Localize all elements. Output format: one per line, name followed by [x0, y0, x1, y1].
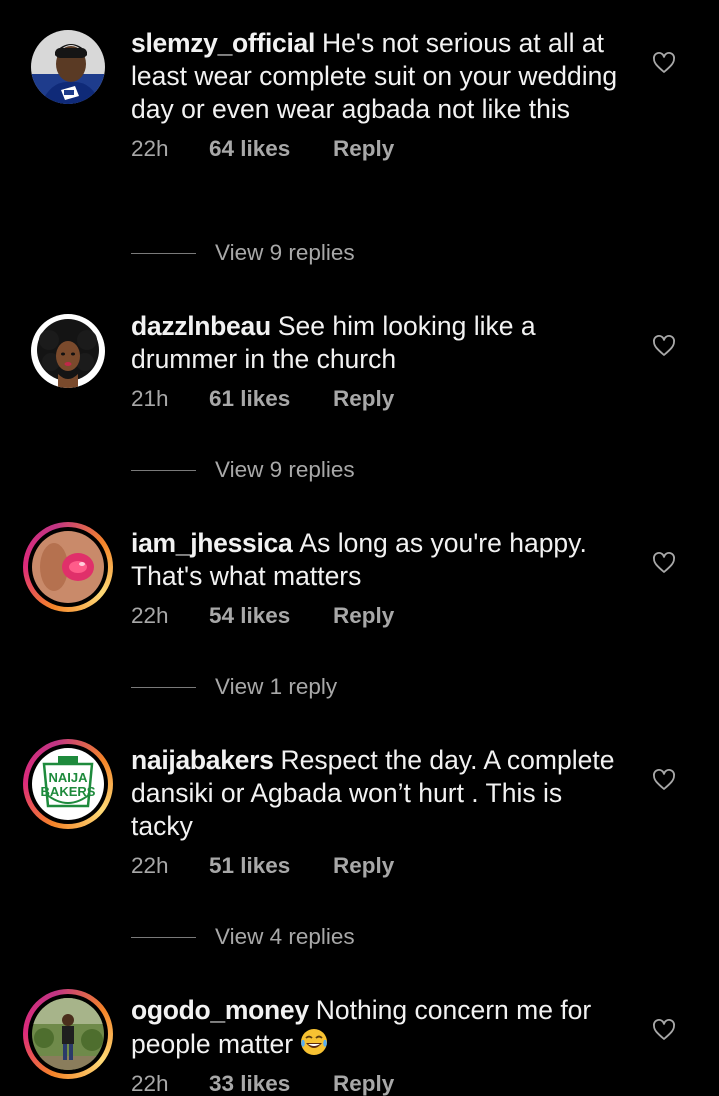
user-avatar-image	[32, 531, 104, 603]
view-replies-button[interactable]: View 1 reply	[131, 674, 337, 700]
laughing-tears-emoji-icon	[301, 1029, 328, 1055]
avatar[interactable]	[23, 306, 113, 396]
view-replies-label: View 9 replies	[215, 457, 355, 482]
comment-meta: 22h 64 likes Reply	[131, 136, 631, 162]
view-replies-label: View 1 reply	[215, 674, 338, 699]
like-heart-icon[interactable]	[652, 51, 676, 75]
view-replies-button[interactable]: View 9 replies	[131, 240, 355, 266]
comment-time: 22h	[131, 853, 169, 878]
comment-likes[interactable]: 64 likes	[209, 136, 333, 162]
divider-line	[131, 936, 196, 938]
reply-button[interactable]: Reply	[333, 1071, 394, 1096]
comment-text: iam_jhessica As long as you're happy. Tha…	[131, 527, 631, 593]
user-avatar-image	[31, 314, 105, 388]
avatar[interactable]	[23, 989, 113, 1079]
reply-button[interactable]: Reply	[333, 603, 394, 629]
comment-likes[interactable]: 54 likes	[209, 603, 333, 629]
comment-likes[interactable]: 51 likes	[209, 853, 333, 879]
reply-button[interactable]: Reply	[333, 136, 394, 162]
comments-list: slemzy_official He's not serious at all a…	[0, 0, 719, 1096]
divider-line	[131, 252, 196, 254]
comment-text: ogodo_money Nothing concern me for people…	[131, 994, 631, 1061]
comment-meta: 21h 61 likes Reply	[131, 386, 631, 412]
comment-text: naijabakers Respect the day. A complete d…	[131, 744, 631, 843]
comment-text: dazzlnbeau See him looking like a drummer…	[131, 310, 631, 376]
comment-username[interactable]: iam_jhessica	[131, 528, 293, 558]
view-replies-button[interactable]: View 4 replies	[131, 924, 355, 950]
like-heart-icon[interactable]	[652, 768, 676, 792]
reply-button[interactable]: Reply	[333, 853, 394, 879]
comment-likes[interactable]: 61 likes	[209, 386, 333, 412]
logo-text-top: NAIJA	[48, 770, 88, 785]
reply-button[interactable]: Reply	[333, 386, 394, 412]
comment-likes[interactable]: 33 likes	[209, 1071, 333, 1096]
view-replies-label: View 4 replies	[215, 924, 355, 949]
comment-time: 22h	[131, 603, 169, 628]
comment-time: 22h	[131, 136, 169, 161]
view-replies-button[interactable]: View 9 replies	[131, 457, 355, 483]
user-avatar-image: NAIJA BAKERS	[32, 748, 104, 820]
divider-line	[131, 686, 196, 688]
avatar[interactable]	[23, 522, 113, 612]
comment-meta: 22h 54 likes Reply	[131, 603, 631, 629]
divider-line	[131, 469, 196, 471]
view-replies-label: View 9 replies	[215, 240, 355, 265]
comment-meta: 22h 51 likes Reply	[131, 853, 631, 879]
comment-time: 21h	[131, 386, 169, 411]
like-heart-icon[interactable]	[652, 334, 676, 358]
like-heart-icon[interactable]	[652, 1018, 676, 1042]
comment-time: 22h	[131, 1071, 169, 1096]
like-heart-icon[interactable]	[652, 551, 676, 575]
comment-username[interactable]: ogodo_money	[131, 995, 309, 1025]
avatar[interactable]	[23, 22, 113, 112]
comment-username[interactable]: slemzy_official	[131, 28, 315, 58]
comment-text: slemzy_official He's not serious at all a…	[131, 27, 631, 126]
comment-username[interactable]: dazzlnbeau	[131, 311, 271, 341]
comment-username[interactable]: naijabakers	[131, 745, 274, 775]
comment-meta: 22h 33 likes Reply	[131, 1071, 631, 1096]
user-avatar-image	[31, 30, 105, 104]
avatar[interactable]: NAIJA BAKERS	[23, 739, 113, 829]
user-avatar-image	[32, 998, 104, 1070]
logo-text-bottom: BAKERS	[41, 784, 96, 799]
